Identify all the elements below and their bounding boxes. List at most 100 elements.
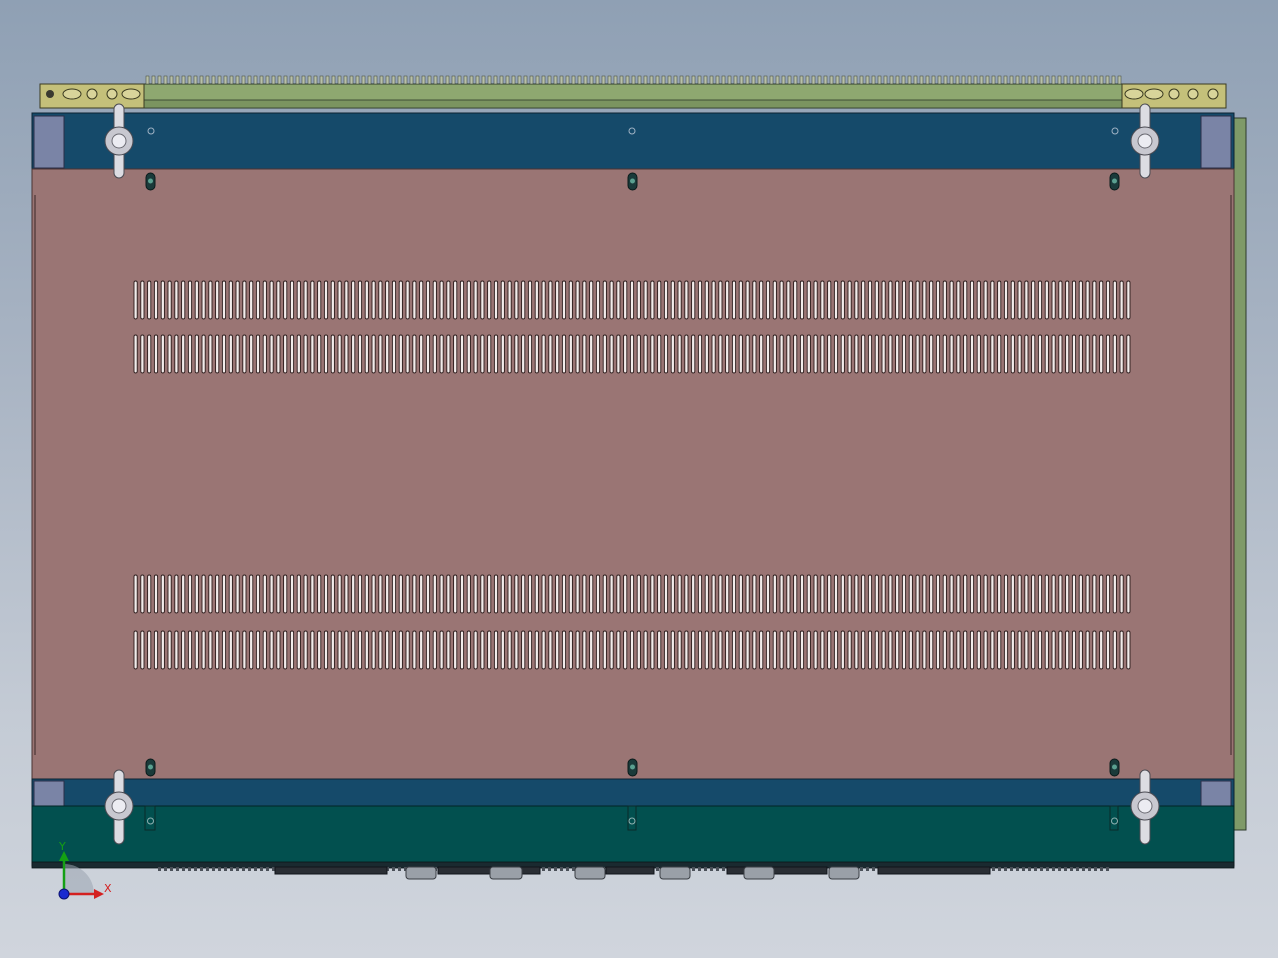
bottom-pin	[392, 867, 395, 871]
vent-slot	[303, 334, 308, 374]
bottom-pin	[398, 867, 401, 871]
rail-pin	[403, 75, 408, 85]
vent-slot	[561, 630, 567, 670]
rail-pin	[973, 75, 978, 85]
vent-slot	[296, 630, 301, 670]
vent-slot	[575, 280, 580, 320]
screw-top-center	[627, 172, 638, 191]
vent-slot	[731, 280, 737, 320]
vent-slot	[888, 280, 893, 320]
vent-slot	[1037, 630, 1043, 670]
vent-slot	[718, 334, 723, 374]
vent-slot	[323, 280, 329, 320]
bottom-pin	[236, 867, 239, 871]
vent-slot	[555, 574, 560, 614]
vent-slot	[419, 334, 424, 374]
vent-slot	[616, 280, 621, 320]
vent-slot	[765, 630, 771, 670]
bottom-pin	[188, 867, 191, 871]
vent-slot	[187, 630, 193, 670]
bottom-pin	[1034, 867, 1037, 871]
vent-slot	[629, 630, 635, 670]
vent-slot	[521, 334, 526, 374]
vent-slot	[310, 630, 315, 670]
vent-slot	[929, 334, 934, 374]
vent-slot	[806, 630, 811, 670]
rail-pin	[337, 75, 342, 85]
vent-slot	[759, 280, 764, 320]
vent-slot	[351, 574, 356, 614]
vent-slot	[827, 334, 832, 374]
vent-slot	[969, 280, 975, 320]
rail-pin	[937, 75, 942, 85]
slot-row-4	[133, 630, 1131, 670]
vent-slot	[555, 334, 560, 374]
screw-bottom-left	[145, 758, 156, 777]
vent-slot	[759, 630, 764, 670]
vent-slot	[221, 630, 227, 670]
vent-slot	[1078, 574, 1083, 614]
rail-pin	[895, 75, 900, 85]
vent-slot	[289, 630, 295, 670]
rail-pin	[181, 75, 186, 85]
vent-slot	[337, 334, 342, 374]
vent-slot	[269, 334, 274, 374]
screw-bottom-right	[1109, 758, 1120, 777]
vent-slot	[1092, 280, 1097, 320]
vent-slot	[419, 630, 424, 670]
vent-slot	[922, 574, 927, 614]
rail-pin	[1015, 75, 1020, 85]
rail-pin	[313, 75, 318, 85]
rail-pin	[655, 75, 660, 85]
vent-slot	[874, 630, 879, 670]
vent-slot	[670, 334, 675, 374]
vent-slot	[249, 334, 254, 374]
rail-pin	[433, 75, 438, 85]
vent-slot	[194, 280, 199, 320]
vent-slot	[527, 280, 533, 320]
bottom-pin	[860, 867, 863, 871]
rail-pin	[1105, 75, 1110, 85]
vent-slot	[636, 630, 641, 670]
vent-slot	[201, 334, 206, 374]
rail-pin	[739, 75, 744, 85]
vent-slot	[541, 334, 546, 374]
vent-slot	[997, 630, 1002, 670]
vent-slot	[317, 334, 322, 374]
rail-pin	[229, 75, 234, 85]
vent-slot	[915, 334, 920, 374]
bottom-pin	[1016, 867, 1019, 871]
slot-row-2	[133, 334, 1131, 374]
vent-slot	[1126, 630, 1131, 670]
vent-slot	[1099, 280, 1104, 320]
vent-slot	[208, 574, 213, 614]
vent-slot	[500, 574, 505, 614]
vent-slot	[663, 574, 669, 614]
vent-slot	[1065, 574, 1070, 614]
vent-slot	[140, 280, 145, 320]
vent-slot	[833, 334, 839, 374]
vent-slot	[514, 630, 519, 670]
y-axis-label: Y	[58, 840, 66, 853]
vent-slot	[942, 574, 947, 614]
vent-slot	[922, 280, 927, 320]
rail-pin	[457, 75, 462, 85]
vent-slot	[534, 574, 539, 614]
bottom-pin	[182, 867, 185, 871]
rail-pin	[517, 75, 522, 85]
rail-pin	[1027, 75, 1032, 85]
vent-slot	[997, 334, 1002, 374]
vent-slot	[133, 630, 138, 670]
vent-slot	[514, 574, 519, 614]
vent-slot	[194, 574, 199, 614]
vent-slot	[657, 334, 662, 374]
vent-slot	[575, 334, 580, 374]
cad-viewport[interactable]: Y X	[0, 0, 1278, 958]
vent-slot	[568, 334, 573, 374]
vent-slot	[330, 280, 335, 320]
vent-slot	[704, 280, 709, 320]
rail-pin	[151, 75, 156, 85]
vent-slot	[636, 334, 641, 374]
vent-slot	[534, 334, 539, 374]
vent-slot	[364, 334, 369, 374]
